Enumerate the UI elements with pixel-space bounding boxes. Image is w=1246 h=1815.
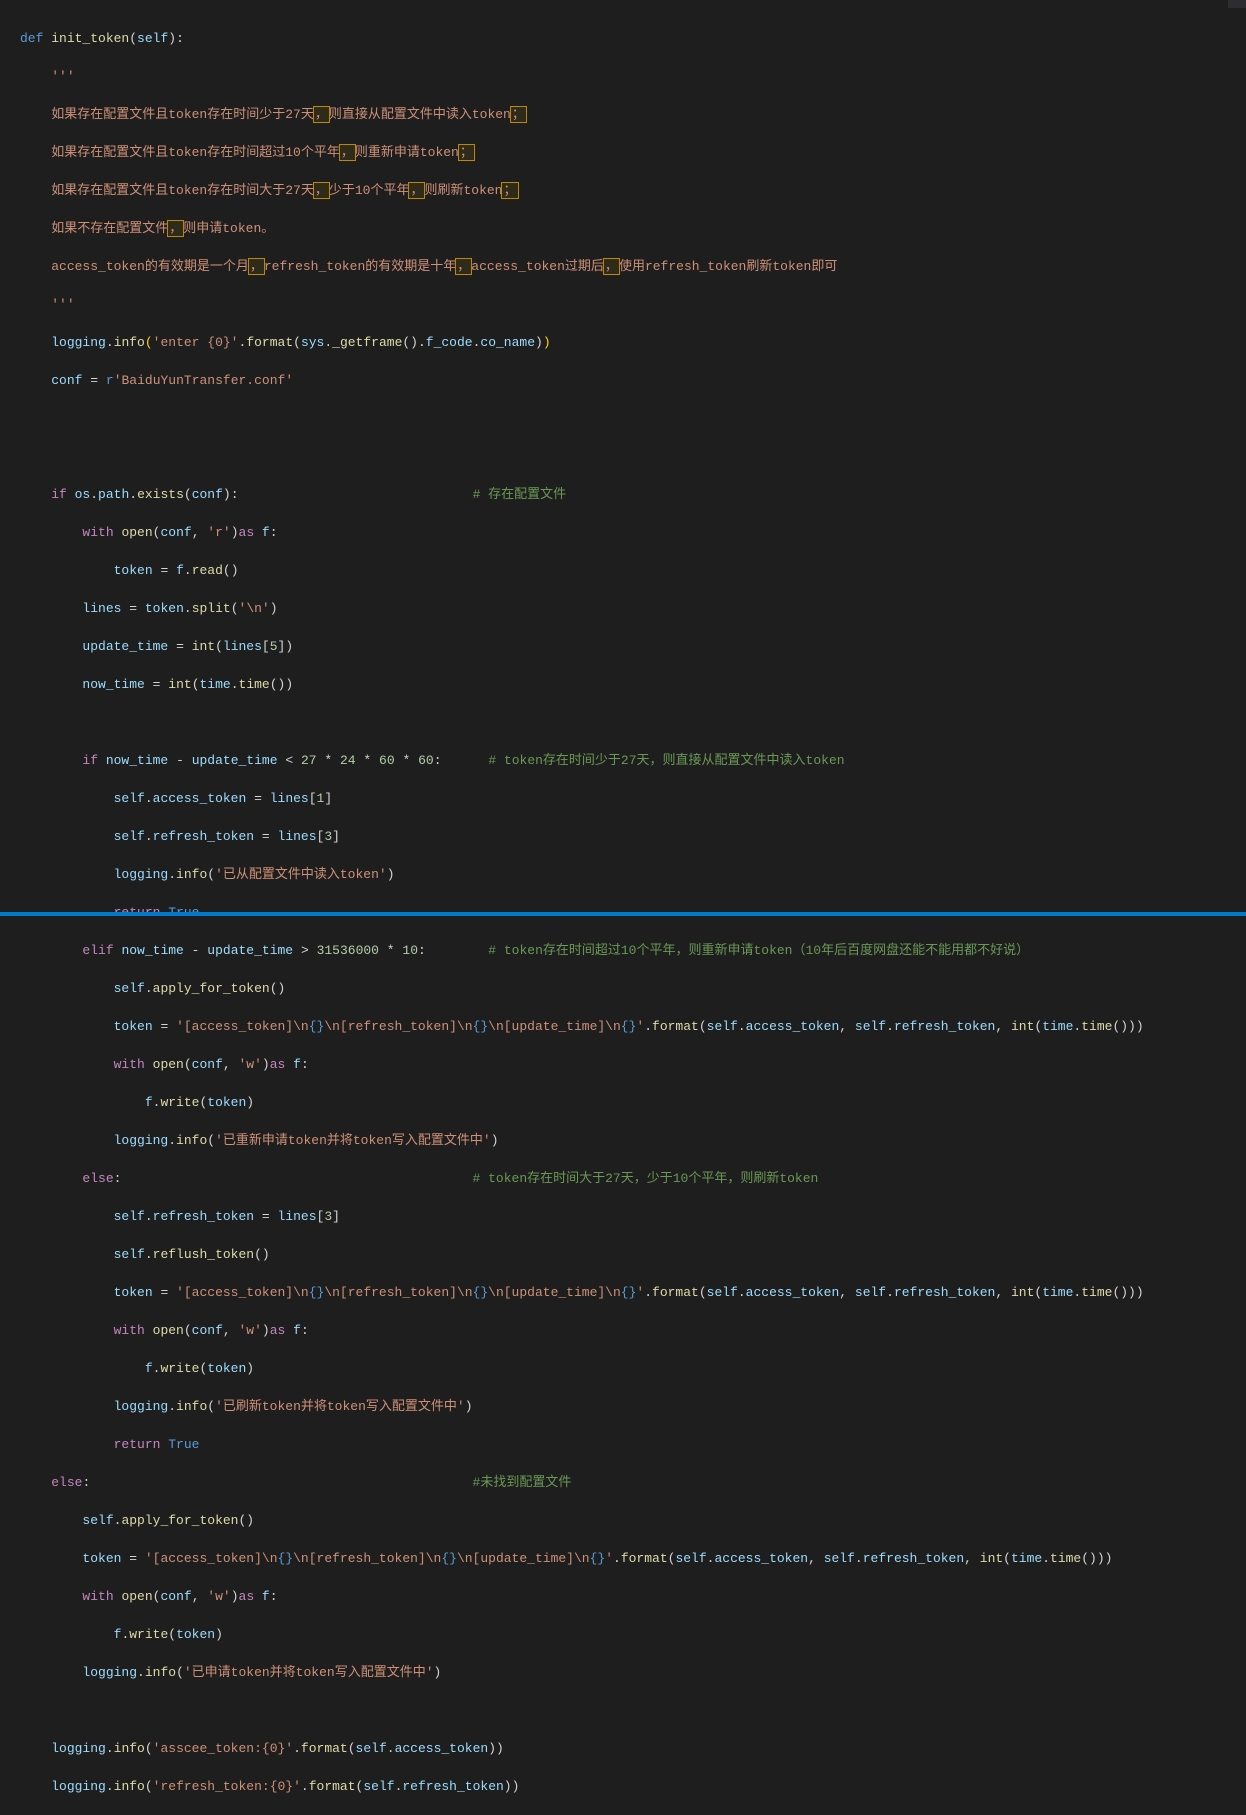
code-line: token = '[access_token]\n{}\n[refresh_to…	[20, 1017, 1246, 1036]
code-line: if now_time - update_time < 27 * 24 * 60…	[20, 751, 1246, 770]
code-line: self.refresh_token = lines[3]	[20, 827, 1246, 846]
code-line: logging.info('refresh_token:{0}'.format(…	[20, 1777, 1246, 1796]
code-line: f.write(token)	[20, 1093, 1246, 1112]
code-line: elif now_time - update_time > 31536000 *…	[20, 941, 1246, 960]
status-bar[interactable]	[0, 912, 1246, 916]
code-line: '''	[20, 67, 1246, 86]
code-line: '''	[20, 295, 1246, 314]
code-line: self.reflush_token()	[20, 1245, 1246, 1264]
code-line: lines = token.split('\n')	[20, 599, 1246, 618]
code-line: token = '[access_token]\n{}\n[refresh_to…	[20, 1549, 1246, 1568]
code-line: def init_token(self):	[20, 29, 1246, 48]
code-line: logging.info('已申请token并将token写入配置文件中')	[20, 1663, 1246, 1682]
code-line: self.apply_for_token()	[20, 979, 1246, 998]
code-line: update_time = int(lines[5])	[20, 637, 1246, 656]
code-line: logging.info('已从配置文件中读入token')	[20, 865, 1246, 884]
code-line: with open(conf, 'w')as f:	[20, 1587, 1246, 1606]
code-line: return True	[20, 1435, 1246, 1454]
code-line: now_time = int(time.time())	[20, 675, 1246, 694]
code-line: self.apply_for_token()	[20, 1511, 1246, 1530]
code-line: token = '[access_token]\n{}\n[refresh_to…	[20, 1283, 1246, 1302]
code-line: logging.info('enter {0}'.format(sys._get…	[20, 333, 1246, 352]
code-line: with open(conf, 'w')as f:	[20, 1321, 1246, 1340]
code-editor[interactable]: def init_token(self): ''' 如果存在配置文件且token…	[0, 0, 1246, 1815]
code-line: self.refresh_token = lines[3]	[20, 1207, 1246, 1226]
code-line: f.write(token)	[20, 1359, 1246, 1378]
code-line: if os.path.exists(conf): # 存在配置文件	[20, 485, 1246, 504]
window-control-area	[1228, 0, 1246, 8]
code-line: 如果不存在配置文件，则申请token。	[20, 219, 1246, 238]
code-line: conf = r'BaiduYunTransfer.conf'	[20, 371, 1246, 390]
code-line: logging.info('已刷新token并将token写入配置文件中')	[20, 1397, 1246, 1416]
code-line: else: # token存在时间大于27天，少于10个平年，则刷新token	[20, 1169, 1246, 1188]
code-line: token = f.read()	[20, 561, 1246, 580]
code-line: f.write(token)	[20, 1625, 1246, 1644]
code-line: access_token的有效期是一个月，refresh_token的有效期是十…	[20, 257, 1246, 276]
code-line: with open(conf, 'r')as f:	[20, 523, 1246, 542]
code-line: 如果存在配置文件且token存在时间大于27天，少于10个平年，则刷新token…	[20, 181, 1246, 200]
code-line: logging.info('已重新申请token并将token写入配置文件中')	[20, 1131, 1246, 1150]
code-line: with open(conf, 'w')as f:	[20, 1055, 1246, 1074]
code-line: logging.info('asscee_token:{0}'.format(s…	[20, 1739, 1246, 1758]
code-line: 如果存在配置文件且token存在时间少于27天，则直接从配置文件中读入token…	[20, 105, 1246, 124]
code-line: 如果存在配置文件且token存在时间超过10个平年，则重新申请token；	[20, 143, 1246, 162]
code-line: else: #未找到配置文件	[20, 1473, 1246, 1492]
code-line: self.access_token = lines[1]	[20, 789, 1246, 808]
